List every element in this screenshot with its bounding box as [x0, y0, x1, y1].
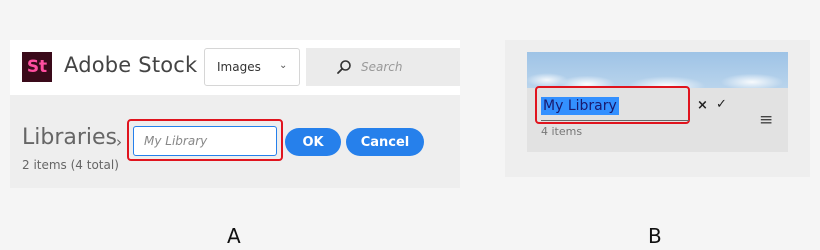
menu-icon[interactable]: ≡ — [759, 110, 773, 130]
field-underline — [541, 120, 689, 121]
close-icon[interactable]: × — [697, 98, 708, 113]
page-title: Libraries — [22, 125, 118, 150]
panel-b: My Library × ✓ ≡ 4 items — [505, 40, 810, 177]
library-card: My Library × ✓ ≡ 4 items — [527, 86, 788, 152]
asset-type-selected: Images — [217, 60, 261, 74]
libraries-header: Libraries › 2 items (4 total) OK Cancel — [10, 95, 460, 188]
breadcrumb-chevron-icon: › — [116, 133, 122, 151]
asset-type-select[interactable]: Images ⌄ — [204, 48, 300, 86]
search-placeholder: Search — [361, 60, 403, 74]
library-name-input[interactable] — [133, 126, 277, 156]
library-name-field[interactable]: My Library — [541, 97, 619, 115]
checkmark-icon[interactable]: ✓ — [716, 97, 727, 112]
logo-text: St — [26, 57, 48, 77]
brand-name: Adobe Stock — [64, 53, 198, 77]
top-bar: St Adobe Stock Images ⌄ Search — [10, 40, 460, 95]
item-count: 2 items (4 total) — [22, 158, 119, 172]
adobe-stock-logo[interactable]: St — [22, 52, 52, 82]
panel-a: St Adobe Stock Images ⌄ Search Libraries… — [10, 40, 460, 188]
ok-button[interactable]: OK — [285, 128, 341, 156]
search-icon — [337, 60, 351, 74]
chevron-down-icon: ⌄ — [279, 60, 288, 71]
library-thumbnail — [527, 52, 788, 88]
caption-a: A — [227, 224, 241, 248]
cancel-button[interactable]: Cancel — [346, 128, 424, 156]
item-count: 4 items — [541, 125, 583, 138]
caption-b: B — [648, 224, 662, 248]
search-box[interactable]: Search — [306, 48, 460, 86]
